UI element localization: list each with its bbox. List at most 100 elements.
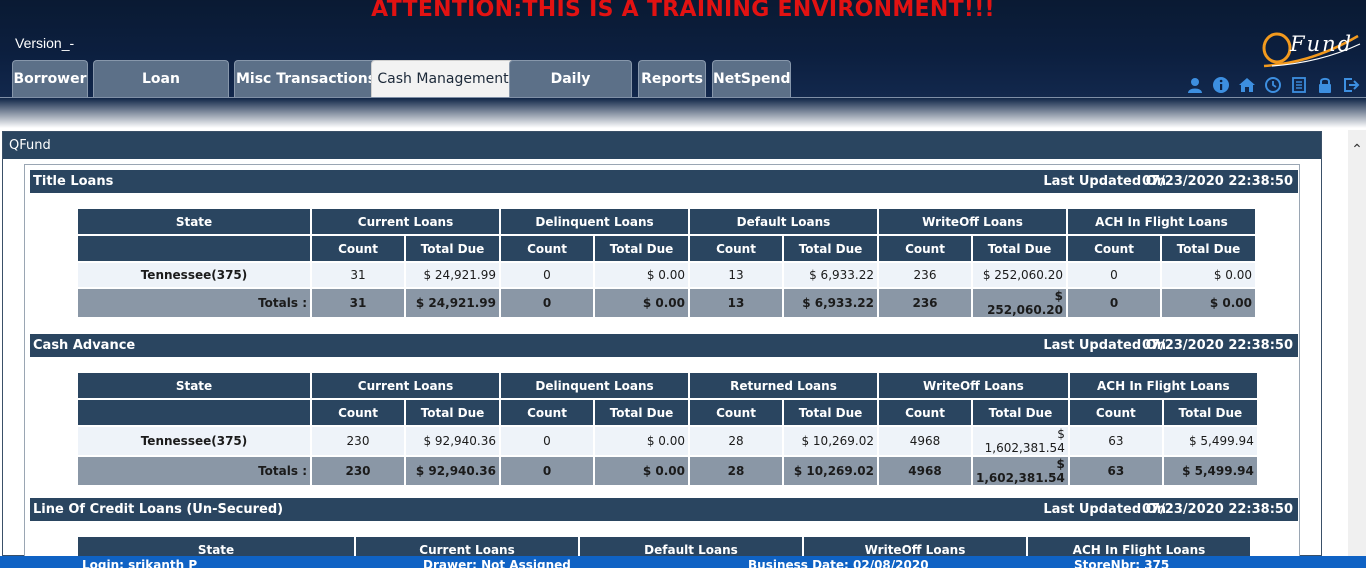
header-total-due: Total Due bbox=[784, 400, 877, 425]
totals-row: Totals : 230 $ 92,940.36 0 $ 0.00 28 $ 1… bbox=[78, 457, 1257, 485]
header-count: Count bbox=[501, 236, 593, 261]
total-amount-cell: $ 0.00 bbox=[595, 289, 688, 317]
panel-title: QFund bbox=[3, 132, 1321, 159]
header-count: Count bbox=[690, 400, 782, 425]
document-icon[interactable] bbox=[1290, 76, 1308, 94]
cash-advance-table: State Current Loans Delinquent Loans Ret… bbox=[76, 371, 1259, 487]
header-count: Count bbox=[312, 400, 404, 425]
scroll-up-arrow-icon[interactable]: ⌃ bbox=[1348, 140, 1366, 158]
total-count-cell: 236 bbox=[879, 289, 971, 317]
header-total-due: Total Due bbox=[1162, 236, 1255, 261]
count-cell: 63 bbox=[1069, 427, 1162, 455]
header-total-due: Total Due bbox=[595, 236, 688, 261]
header-state: State bbox=[78, 209, 310, 234]
lock-icon[interactable] bbox=[1316, 76, 1334, 94]
amount-cell: $ 6,933.22 bbox=[784, 263, 877, 287]
tab-loan-transactions[interactable]: Loan Transactions bbox=[93, 60, 229, 97]
tab-cash-management[interactable]: Cash Management bbox=[371, 60, 515, 97]
total-amount-cell: $ 5,499.94 bbox=[1163, 457, 1257, 485]
header-total-due: Total Due bbox=[784, 236, 877, 261]
header-count: Count bbox=[690, 236, 782, 261]
status-bar: Login: srikanth P Drawer: Not Assigned B… bbox=[0, 556, 1366, 568]
count-cell: 4968 bbox=[879, 427, 971, 455]
total-amount-cell: $ 10,269.02 bbox=[784, 457, 877, 485]
total-amount-cell: $ 1,602,381.54 bbox=[973, 457, 1068, 485]
user-icon[interactable] bbox=[1186, 76, 1204, 94]
header-group: Returned Loans bbox=[690, 373, 877, 398]
totals-label: Totals : bbox=[78, 457, 310, 485]
count-cell: 0 bbox=[501, 427, 593, 455]
count-cell: 31 bbox=[312, 263, 404, 287]
total-count-cell: 13 bbox=[690, 289, 782, 317]
total-amount-cell: $ 6,933.22 bbox=[784, 289, 877, 317]
header-count: Count bbox=[312, 236, 404, 261]
tab-misc-transactions[interactable]: Misc Transactions bbox=[234, 60, 378, 97]
total-count-cell: 28 bbox=[690, 457, 782, 485]
tab-daily-processing[interactable]: Daily Processing bbox=[509, 60, 632, 97]
amount-cell: $ 252,060.20 bbox=[973, 263, 1066, 287]
header-total-due: Total Due bbox=[973, 236, 1066, 261]
total-amount-cell: $ 252,060.20 bbox=[973, 289, 1066, 317]
qfund-panel: QFund Title Loans Last Updated On 07/23/… bbox=[2, 131, 1322, 564]
app-header: ATTENTION:THIS IS A TRAINING ENVIRONMENT… bbox=[0, 0, 1366, 98]
header-group: Current Loans bbox=[312, 373, 499, 398]
amount-cell: $ 92,940.36 bbox=[406, 427, 499, 455]
total-count-cell: 0 bbox=[501, 289, 593, 317]
header-count: Count bbox=[879, 400, 971, 425]
logout-icon[interactable] bbox=[1342, 76, 1360, 94]
total-count-cell: 0 bbox=[501, 457, 593, 485]
amount-cell: $ 0.00 bbox=[595, 263, 688, 287]
tab-reports[interactable]: Reports bbox=[638, 60, 706, 97]
drawer-status: Drawer: Not Assigned bbox=[423, 558, 571, 568]
count-cell: 236 bbox=[879, 263, 971, 287]
table-row: Tennessee(375) 230 $ 92,940.36 0 $ 0.00 … bbox=[78, 427, 1257, 455]
total-count-cell: 0 bbox=[1068, 289, 1160, 317]
header-group: Current Loans bbox=[312, 209, 499, 234]
header-count: Count bbox=[1069, 400, 1162, 425]
section-title: Line Of Credit Loans (Un-Secured) bbox=[33, 502, 284, 517]
tab-borrower[interactable]: Borrower bbox=[12, 60, 88, 97]
home-icon[interactable] bbox=[1238, 76, 1256, 94]
state-cell: Tennessee(375) bbox=[78, 263, 310, 287]
header-group: WriteOff Loans bbox=[879, 373, 1068, 398]
business-date: Business Date: 02/08/2020 bbox=[748, 558, 929, 568]
header-count: Count bbox=[1068, 236, 1160, 261]
header-group: Delinquent Loans bbox=[501, 373, 688, 398]
logo-text: Fund bbox=[1290, 32, 1354, 56]
clock-icon[interactable] bbox=[1264, 76, 1282, 94]
amount-cell: $ 0.00 bbox=[1162, 263, 1255, 287]
total-amount-cell: $ 92,940.36 bbox=[406, 457, 499, 485]
total-count-cell: 63 bbox=[1069, 457, 1162, 485]
header-group: ACH In Flight Loans bbox=[1069, 373, 1257, 398]
count-cell: 0 bbox=[501, 263, 593, 287]
header-total-due: Total Due bbox=[595, 400, 688, 425]
last-updated-date: 07/23/2020 22:38:50 bbox=[1141, 174, 1293, 189]
vertical-scrollbar[interactable] bbox=[1348, 130, 1366, 556]
main-content: ⌃ QFund Title Loans Last Updated On 07/2… bbox=[0, 98, 1366, 564]
count-cell: 13 bbox=[690, 263, 782, 287]
total-count-cell: 230 bbox=[312, 457, 404, 485]
section-title: Cash Advance bbox=[33, 338, 136, 353]
last-updated-date: 07/23/2020 22:38:50 bbox=[1141, 502, 1293, 517]
header-group: Delinquent Loans bbox=[501, 209, 688, 234]
total-amount-cell: $ 0.00 bbox=[595, 457, 688, 485]
training-environment-banner: ATTENTION:THIS IS A TRAINING ENVIRONMENT… bbox=[371, 0, 995, 22]
amount-cell: $ 10,269.02 bbox=[784, 427, 877, 455]
section-header-cash-advance: Cash Advance Last Updated On 07/23/2020 … bbox=[30, 334, 1298, 357]
tab-netspend[interactable]: NetSpend bbox=[712, 60, 791, 97]
header-state: State bbox=[78, 373, 310, 398]
header-total-due: Total Due bbox=[973, 400, 1068, 425]
total-count-cell: 31 bbox=[312, 289, 404, 317]
total-amount-cell: $ 0.00 bbox=[1162, 289, 1255, 317]
totals-row: Totals : 31 $ 24,921.99 0 $ 0.00 13 $ 6,… bbox=[78, 289, 1255, 317]
totals-label: Totals : bbox=[78, 289, 310, 317]
section-header-title-loans: Title Loans Last Updated On 07/23/2020 2… bbox=[30, 170, 1298, 193]
login-status: Login: srikanth P bbox=[82, 558, 198, 568]
header-total-due: Total Due bbox=[406, 236, 499, 261]
info-icon[interactable] bbox=[1212, 76, 1230, 94]
header-blank bbox=[78, 236, 310, 261]
title-loans-table: State Current Loans Delinquent Loans Def… bbox=[76, 207, 1257, 319]
qfund-logo: Fund bbox=[1260, 28, 1364, 72]
total-amount-cell: $ 24,921.99 bbox=[406, 289, 499, 317]
dashboard-container: Title Loans Last Updated On 07/23/2020 2… bbox=[24, 164, 1300, 564]
